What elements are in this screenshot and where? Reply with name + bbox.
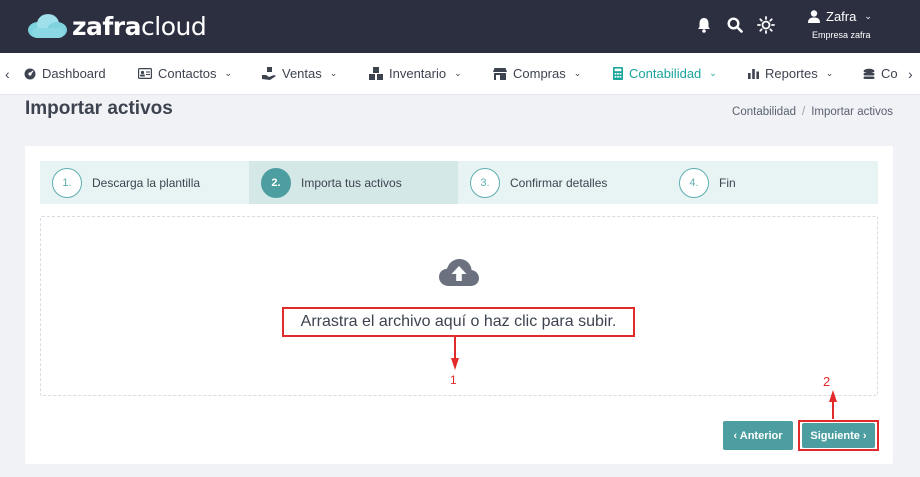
nav-item-inventario[interactable]: Inventario ⌄ (369, 66, 462, 81)
nav-item-co[interactable]: Co (863, 66, 898, 81)
chevron-down-icon: ⌄ (864, 11, 872, 21)
nav-item-reportes[interactable]: Reportes ⌄ (748, 66, 833, 81)
cloud-upload-icon (439, 259, 479, 286)
user-name: Zafra (826, 9, 857, 24)
sun-icon[interactable] (756, 15, 776, 35)
dropzone-text-highlight[interactable]: Arrastra el archivo aquí o haz clic para… (282, 307, 635, 337)
user-icon (808, 10, 820, 23)
inventory-icon (369, 67, 383, 80)
import-card: 1. Descarga la plantilla 2. Importa tus … (25, 146, 893, 464)
step-label: Confirmar detalles (510, 175, 608, 190)
cloud-logo-icon (28, 14, 67, 38)
bar-chart-icon (748, 69, 759, 79)
nav-item-ventas[interactable]: Ventas ⌄ (262, 66, 337, 81)
contacts-icon (138, 68, 152, 79)
wizard-steps: 1. Descarga la plantilla 2. Importa tus … (40, 161, 878, 204)
nav-item-compras[interactable]: Compras ⌄ (493, 66, 581, 81)
coins-icon (863, 68, 875, 79)
nav-scroll-left-icon[interactable]: ‹ (5, 66, 10, 82)
nav-item-dashboard[interactable]: Dashboard (24, 66, 106, 81)
breadcrumb-current: Importar activos (811, 106, 893, 118)
calculator-icon (613, 67, 623, 80)
logo[interactable]: zafracloud (26, 10, 207, 42)
company-name: Empresa zafra (812, 30, 871, 40)
step-number: 1. (52, 167, 82, 198)
chevron-down-icon: ⌄ (454, 68, 462, 78)
step-4[interactable]: 4. Fin (667, 161, 876, 204)
store-icon (493, 67, 507, 80)
step-label: Fin (719, 175, 736, 190)
breadcrumb: Contabilidad / Importar activos (732, 106, 893, 118)
page-title: Importar activos (25, 98, 173, 119)
step-number: 4. (679, 167, 709, 198)
annotation-label-2: 2 (823, 374, 831, 389)
user-menu[interactable]: Zafra ⌄ Empresa zafra (808, 9, 878, 40)
chevron-down-icon: ⌄ (573, 68, 582, 78)
chevron-down-icon: ⌄ (825, 68, 834, 78)
nav-scroll-right-icon[interactable]: › (906, 66, 913, 82)
breadcrumb-separator: / (801, 106, 806, 118)
step-label: Importa tus activos (301, 175, 402, 190)
bell-icon[interactable] (694, 15, 714, 35)
search-icon[interactable] (725, 15, 745, 35)
next-button[interactable]: Siguiente › (802, 423, 875, 448)
chevron-down-icon: ⌄ (329, 68, 338, 78)
annotation-label-1: 1 (450, 373, 457, 387)
step-3[interactable]: 3. Confirmar detalles (458, 161, 667, 204)
chevron-down-icon: ⌄ (224, 68, 233, 78)
step-number: 2. (261, 167, 291, 198)
chevron-down-icon: ⌄ (709, 68, 717, 78)
dropzone-text: Arrastra el archivo aquí o haz clic para… (300, 313, 617, 330)
main-nav: ‹ Dashboard Contactos ⌄ Ventas ⌄ Inventa… (0, 53, 920, 95)
top-bar: zafracloud Zafra ⌄ Empresa zafra (0, 0, 920, 53)
step-2[interactable]: 2. Importa tus activos (249, 161, 458, 204)
brand-name: zafracloud (72, 11, 207, 41)
previous-button[interactable]: ‹ Anterior (723, 421, 793, 450)
breadcrumb-contabilidad[interactable]: Contabilidad (732, 106, 796, 118)
step-label: Descarga la plantilla (92, 175, 201, 190)
dashboard-icon (24, 68, 36, 79)
sales-icon (262, 67, 276, 80)
file-dropzone[interactable]: Arrastra el archivo aquí o haz clic para… (40, 216, 878, 396)
step-1[interactable]: 1. Descarga la plantilla (40, 161, 249, 204)
nav-item-contactos[interactable]: Contactos ⌄ (138, 66, 232, 81)
next-button-highlight: Siguiente › (798, 420, 879, 451)
nav-item-contabilidad[interactable]: Contabilidad ⌄ (613, 66, 717, 81)
step-number: 3. (470, 167, 500, 198)
